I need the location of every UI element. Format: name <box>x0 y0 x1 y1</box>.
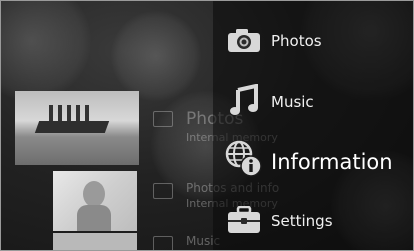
photo-thumbnail[interactable] <box>53 233 137 250</box>
tv-menu-screen: Photos Internal memory Photos and info I… <box>0 0 414 251</box>
menu-item-photos[interactable]: Photos <box>213 21 413 61</box>
globe-info-icon <box>225 140 265 184</box>
menu-item-label: Information <box>271 150 393 174</box>
photo-detail <box>83 181 105 207</box>
music-note-icon <box>230 83 260 120</box>
menu-item-information[interactable]: Information <box>213 140 413 184</box>
content-panel: Photos Internal memory Photos and info I… <box>1 1 279 250</box>
main-menu: Photos Music Information Settings <box>213 1 413 250</box>
photo-detail <box>34 121 110 133</box>
photo-icon <box>153 111 173 127</box>
menu-item-label: Settings <box>271 212 333 230</box>
photo-thumbnail[interactable] <box>53 171 137 231</box>
photo-detail <box>77 205 111 231</box>
photo-thumbnail[interactable] <box>15 91 139 165</box>
menu-item-label: Music <box>271 93 314 111</box>
menu-item-settings[interactable]: Settings <box>213 198 413 238</box>
camera-icon <box>227 27 261 57</box>
photo-info-icon <box>153 183 173 199</box>
menu-item-music[interactable]: Music <box>213 80 413 120</box>
music-icon <box>153 236 173 250</box>
menu-item-label: Photos <box>271 32 322 50</box>
toolbox-icon <box>227 205 261 238</box>
